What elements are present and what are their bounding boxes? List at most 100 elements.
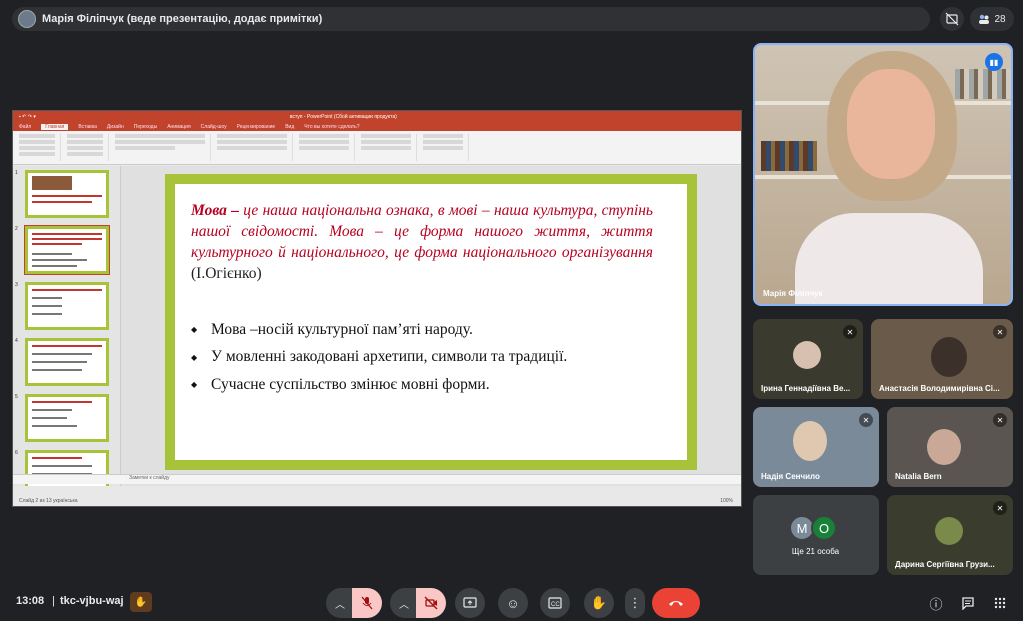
zoom-level: 100% [720,498,733,504]
ppt-tab: Файл [19,123,32,130]
more-participants-avatars: M O [789,515,837,541]
participant-tile[interactable]: ✕ Дарина Сергіївна Грузи... [887,495,1013,575]
thumbnail-number: 6 [15,450,18,456]
slide-thumbnails: 1 2 3 4 5 6 [13,166,121,486]
slide-thumbnail [25,394,109,442]
participant-video [793,341,821,369]
video-options-chevron[interactable]: ︿ [390,588,418,618]
ppt-tab: Анимация [167,123,191,130]
current-slide: Мова – це наша національна ознака, в мов… [165,174,697,470]
camera-off-indicator-button[interactable] [940,7,964,31]
chat-icon [962,597,974,610]
participant-tile[interactable]: ✕ Natalia Bern [887,407,1013,487]
participant-avatar [935,517,963,545]
ppt-tab: Дизайн [106,123,124,130]
more-participants-tile[interactable]: M O Ще 21 особа [753,495,879,575]
bullet-item: ◆ Мова –носій культурної пам’яті народу. [191,316,567,344]
participant-name: Natalia Bern [895,472,942,481]
mic-off-icon [361,596,373,610]
activities-button[interactable] [989,592,1011,614]
books [761,141,817,171]
participant-video [793,421,827,461]
more-vertical-icon: ⋮ [628,595,642,610]
slide-thumbnail [25,282,109,330]
ppt-tab: Вид [285,123,295,130]
ppt-workspace: 1 2 3 4 5 6 Мова – це наша національна о… [13,166,741,486]
ppt-window-title: вступ - PowerPoint (Сбой активации проду… [289,113,397,120]
ppt-titlebar: ▪ ↶ ↷ ▾ вступ - PowerPoint (Сбой активац… [13,111,741,122]
slide-bullets: ◆ Мова –носій культурної пам’яті народу. … [191,316,567,399]
hand-raised-icon[interactable]: ✋ [130,592,152,612]
thumbnail-number: 2 [15,226,18,232]
ribbon-group [217,134,293,161]
participant-tile[interactable]: ✕ Ірина Геннадіївна Ве... [753,319,863,399]
hand-icon: ✋ [590,595,608,610]
bullet-text: У мовленні закодовані архетипи, символи … [211,348,568,366]
participant-name: Анастасія Володимирівна Сі... [879,384,1000,393]
reactions-button[interactable]: ☺ [498,588,528,618]
bullet-item: ◆ У мовленні закодовані архетипи, символи… [191,344,567,372]
info-icon: ⓘ [929,596,943,612]
apps-grid-icon [994,597,1006,609]
bullet-text: Мова –носій культурної пам’яті народу. [211,320,473,338]
ppt-tab: Слайд-шоу [200,123,227,130]
ppt-statusbar: Слайд 2 из 13 українська 100% [13,496,741,506]
shared-screen: ▪ ↶ ↷ ▾ вступ - PowerPoint (Сбой активац… [12,110,742,507]
present-screen-button[interactable] [455,588,485,618]
camera-toggle-button[interactable] [416,588,446,618]
leave-call-button[interactable] [652,588,700,618]
presentation-banner[interactable]: Марія Філіпчук (веде презентацію, додає … [12,7,930,31]
hang-up-icon [669,601,683,606]
slide-editing-area: Мова – це наша національна ознака, в мов… [121,166,741,486]
mic-off-icon: ✕ [993,501,1007,515]
audio-options-chevron[interactable]: ︿ [326,588,354,618]
slide-quote: Мова – це наша національна ознака, в мов… [191,200,653,284]
ppt-quick-access-icons: ▪ ↶ ↷ ▾ [19,113,36,120]
ribbon-group [423,134,469,161]
bullet-text: Сучасне суспільство змінює мовні форми. [211,375,490,393]
ribbon-group [115,134,211,161]
meeting-details-button[interactable]: ⓘ [925,592,947,614]
bullet-marker: ◆ [191,352,198,362]
ppt-tab: Переходы [133,123,158,130]
people-icon [979,14,990,24]
more-participants-label: Ще 21 особа [791,547,840,556]
participant-name: Марія Філіпчук [763,289,823,298]
slide-thumbnail [25,338,109,386]
participant-video [931,337,967,377]
microphone-toggle-button[interactable] [352,588,382,618]
speaking-indicator-icon: ▮▮ [985,53,1003,71]
mic-off-icon: ✕ [993,413,1007,427]
slide-thumbnail [25,170,109,218]
participant-tile[interactable]: ✕ Анастасія Володимирівна Сі... [871,319,1013,399]
ppt-tab: Вставка [78,123,97,130]
slide-thumbnail-selected [24,225,110,275]
mic-off-icon: ✕ [843,325,857,339]
ppt-ribbon-tabs: Файл Главная Вставка Дизайн Переходы Ани… [13,122,741,131]
speaker-tile[interactable]: ▮▮ Марія Філіпчук [753,43,1013,306]
chat-button[interactable] [957,592,979,614]
bullet-marker: ◆ [191,325,198,335]
slide-content: Мова – це наша національна ознака, в мов… [175,184,687,460]
slide-counter: Слайд 2 из 13 українська [19,498,78,504]
ppt-tell-me: Что вы хотите сделать? [304,123,360,130]
bullet-marker: ◆ [191,380,198,390]
quote-author: (І.Огієнко) [191,265,262,282]
participant-count: 28 [994,13,1006,25]
more-options-button[interactable]: ⋮ [625,588,645,618]
participant-tile[interactable]: ✕ Надія Сенчило [753,407,879,487]
emoji-icon: ☺ [506,595,520,611]
thumbnail-number: 5 [15,394,18,400]
captions-icon: CC [548,597,562,609]
ppt-ribbon [13,131,741,165]
books [955,69,1011,99]
ribbon-group [361,134,417,161]
separator: | [52,595,55,607]
video-off-icon [945,12,959,26]
ribbon-group [19,134,61,161]
participants-button[interactable]: 28 [970,7,1014,31]
captions-button[interactable]: CC [540,588,570,618]
ppt-tab: Рецензирование [236,123,276,130]
slide-notes: Заметки к слайду [13,474,741,484]
raise-hand-button[interactable]: ✋ [584,588,614,618]
